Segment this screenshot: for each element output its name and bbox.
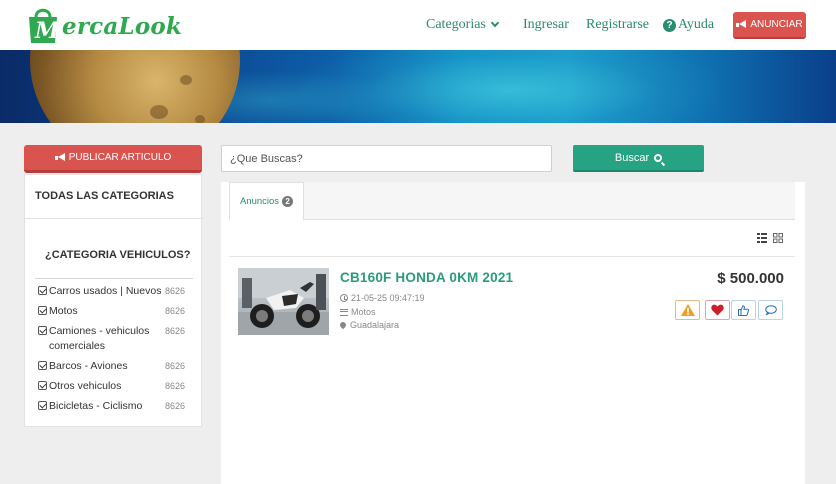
categories-title: TODAS LAS CATEGORIAS xyxy=(35,190,174,202)
count-badge: 2 xyxy=(282,196,294,207)
check-square-icon xyxy=(38,286,47,295)
search-button-label: Buscar xyxy=(614,151,650,164)
search-button[interactable]: Buscar xyxy=(573,145,704,172)
category-item-otros[interactable]: Otros vehiculos 8626 xyxy=(38,379,198,394)
category-label: Carros usados | Nuevos xyxy=(49,285,162,297)
nav-registrarse[interactable]: Registrarse xyxy=(586,0,649,50)
category-count: 8626 xyxy=(164,286,185,296)
nav-ayuda-label: Ayuda xyxy=(678,17,715,32)
divider xyxy=(35,278,193,279)
listing-category: Motos xyxy=(340,307,376,317)
category-label: Camiones - vehiculos comerciales xyxy=(49,325,150,352)
category-item-camiones[interactable]: Camiones - vehiculos comerciales 8626 xyxy=(38,324,198,354)
publicar-articulo-button[interactable]: PUBLICAR ARTICULO xyxy=(24,145,202,173)
nav-ayuda[interactable]: ? Ayuda xyxy=(663,0,714,50)
category-count: 8626 xyxy=(164,401,185,411)
tab-anuncios[interactable]: Anuncios 2 xyxy=(229,182,304,221)
divider xyxy=(229,256,795,257)
check-square-icon xyxy=(38,401,47,410)
shopping-bag-icon: M xyxy=(29,8,60,44)
favorite-button[interactable] xyxy=(705,300,730,320)
category-count: 8626 xyxy=(164,326,185,336)
category-count: 8626 xyxy=(164,381,185,391)
listings-panel: Anuncios 2 CB160F HONDA 0KM 2021 21-05-2… xyxy=(221,182,805,484)
anunciar-button[interactable]: ANUNCIAR xyxy=(733,12,806,39)
nav-ingresar-label: Ingresar xyxy=(523,17,569,32)
banner-moon xyxy=(30,50,240,123)
logo-text: ercaLook xyxy=(62,13,183,40)
category-label: Barcos - Aviones xyxy=(49,360,128,372)
search-icon xyxy=(654,153,663,162)
banner-nebula-glow xyxy=(300,50,720,123)
tab-bar: Anuncios 2 xyxy=(229,182,795,221)
category-label: Motos xyxy=(49,305,78,317)
comment-icon xyxy=(764,305,777,315)
listing-date-text: 21-05-25 09:47:19 xyxy=(351,293,425,303)
category-label: Otros vehiculos xyxy=(49,380,122,392)
listing-location-text: Guadalajara xyxy=(350,320,400,330)
chevron-down-icon xyxy=(490,18,500,28)
listing-location: Guadalajara xyxy=(338,320,400,330)
nav-registrarse-label: Registrarse xyxy=(586,17,649,32)
listing-image[interactable] xyxy=(238,268,329,335)
check-square-icon xyxy=(38,326,47,335)
listing-category-text: Motos xyxy=(351,307,376,317)
publicar-articulo-label: PUBLICAR ARTICULO xyxy=(68,152,172,163)
warning-icon xyxy=(680,304,695,316)
like-button[interactable] xyxy=(731,300,756,320)
check-square-icon xyxy=(38,306,47,315)
comment-button[interactable] xyxy=(758,300,783,320)
list-view-icon[interactable] xyxy=(757,233,767,243)
category-count: 8626 xyxy=(164,361,185,371)
heart-icon xyxy=(711,304,724,316)
megaphone-icon xyxy=(54,153,66,162)
category-item-carros[interactable]: Carros usados | Nuevos 8626 xyxy=(38,284,198,299)
logo[interactable]: M ercaLook xyxy=(26,5,182,47)
nav-categorias[interactable]: Categorias xyxy=(426,0,500,50)
search-input[interactable] xyxy=(221,145,552,172)
nav-categorias-label: Categorias xyxy=(426,17,486,32)
categories-panel: TODAS LAS CATEGORIAS ¿CATEGORIA VEHICULO… xyxy=(24,174,203,427)
check-square-icon xyxy=(38,361,47,370)
question-circle-icon: ? xyxy=(663,18,676,32)
tab-anuncios-label: Anuncios xyxy=(239,196,280,207)
listing-date: 21-05-25 09:47:19 xyxy=(340,293,425,303)
check-square-icon xyxy=(38,381,47,390)
category-item-bicicletas[interactable]: Bicicletas - Ciclismo 8626 xyxy=(38,399,198,414)
category-item-barcos[interactable]: Barcos - Aviones 8626 xyxy=(38,359,198,374)
hero-banner xyxy=(0,50,836,123)
grid-view-icon[interactable] xyxy=(773,233,783,243)
category-count: 8626 xyxy=(164,306,185,316)
anunciar-label: ANUNCIAR xyxy=(750,19,803,30)
nav-ingresar[interactable]: Ingresar xyxy=(523,0,569,50)
svg-text:M: M xyxy=(34,18,60,44)
divider xyxy=(25,218,203,219)
list-icon xyxy=(340,308,348,316)
top-navbar: M ercaLook Categorias Ingresar Registrar… xyxy=(0,0,836,50)
category-label: Bicicletas - Ciclismo xyxy=(49,400,143,412)
map-marker-icon xyxy=(338,320,348,330)
vehicles-category-title: ¿CATEGORIA VEHICULOS? xyxy=(45,249,191,261)
listing-price: $ 500.000 xyxy=(717,270,784,287)
motorcycle-photo xyxy=(238,268,329,335)
report-button[interactable] xyxy=(675,300,700,320)
clock-icon xyxy=(340,294,348,302)
category-item-motos[interactable]: Motos 8626 xyxy=(38,304,198,319)
megaphone-icon xyxy=(736,20,747,29)
listing-title[interactable]: CB160F HONDA 0KM 2021 xyxy=(340,270,513,285)
thumbs-up-icon xyxy=(738,304,749,316)
